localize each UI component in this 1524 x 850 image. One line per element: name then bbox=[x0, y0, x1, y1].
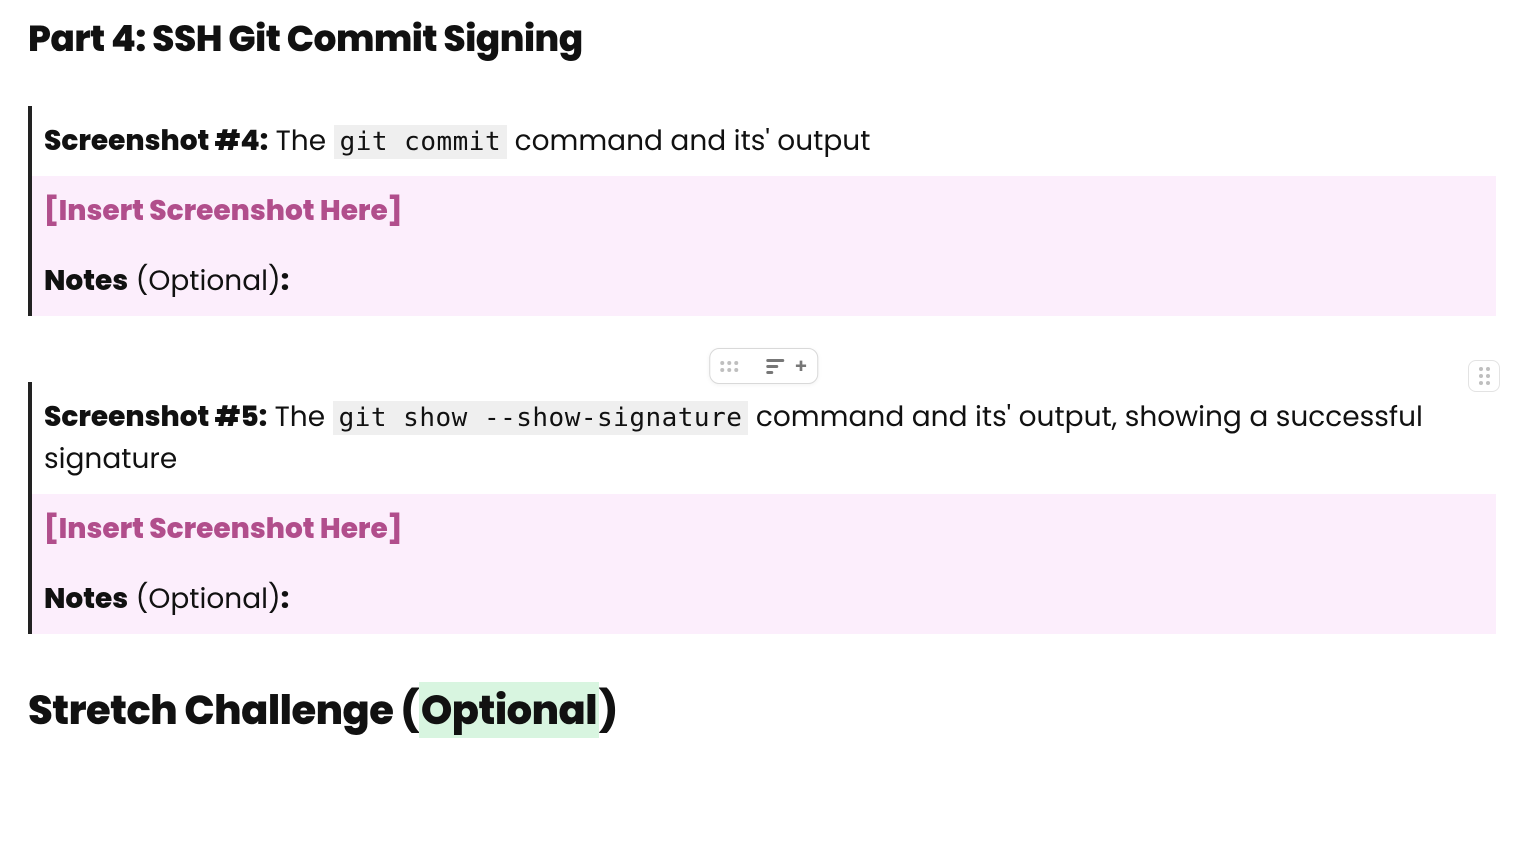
add-block-button[interactable]: + bbox=[794, 356, 807, 376]
filter-button[interactable] bbox=[766, 359, 784, 373]
filter-lines-icon bbox=[766, 359, 784, 373]
screenshot-5-placeholder-row[interactable]: [Insert Screenshot Here] bbox=[32, 494, 1496, 564]
screenshot-4-notes-row[interactable]: Notes (Optional): bbox=[32, 246, 1496, 316]
callout-block-screenshot-5: + Screenshot #5: The git show --show-sig… bbox=[28, 382, 1496, 634]
screenshot-4-text-after: command and its' output bbox=[507, 121, 870, 160]
screenshot-5-text-before: The bbox=[267, 397, 332, 436]
drag-handle[interactable] bbox=[720, 361, 738, 372]
section-heading-stretch: Stretch Challenge (Optional) bbox=[28, 680, 1496, 740]
side-drag-handle[interactable] bbox=[1468, 360, 1500, 392]
screenshot-5-description[interactable]: Screenshot #5: The git show --show-signa… bbox=[32, 382, 1496, 494]
stretch-optional-highlight: Optional bbox=[419, 682, 599, 738]
callout-block-screenshot-4: Screenshot #4: The git commit command an… bbox=[28, 106, 1496, 316]
notes-label: Notes bbox=[44, 579, 128, 618]
screenshot-4-description[interactable]: Screenshot #4: The git commit command an… bbox=[32, 106, 1496, 176]
drag-handle-icon bbox=[1479, 367, 1490, 385]
notes-optional-text: (Optional) bbox=[128, 261, 281, 300]
insert-screenshot-placeholder: [Insert Screenshot Here] bbox=[44, 191, 402, 230]
section-heading-part4: Part 4: SSH Git Commit Signing bbox=[28, 12, 1496, 66]
notes-optional-text: (Optional) bbox=[128, 579, 281, 618]
screenshot-4-code: git commit bbox=[334, 125, 508, 159]
stretch-text-before: Stretch Challenge ( bbox=[28, 682, 419, 738]
screenshot-4-label: Screenshot #4: bbox=[44, 121, 268, 160]
screenshot-5-label: Screenshot #5: bbox=[44, 397, 267, 436]
screenshot-5-notes-row[interactable]: Notes (Optional): bbox=[32, 564, 1496, 634]
notes-colon: : bbox=[281, 261, 289, 300]
block-toolbar: + bbox=[709, 348, 818, 384]
drag-handle-icon bbox=[720, 361, 738, 372]
screenshot-5-code: git show --show-signature bbox=[333, 401, 749, 435]
notes-label: Notes bbox=[44, 261, 128, 300]
notes-colon: : bbox=[281, 579, 289, 618]
screenshot-4-placeholder-row[interactable]: [Insert Screenshot Here] bbox=[32, 176, 1496, 246]
stretch-text-after: ) bbox=[599, 682, 617, 738]
insert-screenshot-placeholder: [Insert Screenshot Here] bbox=[44, 509, 402, 548]
screenshot-4-text-before: The bbox=[268, 121, 333, 160]
